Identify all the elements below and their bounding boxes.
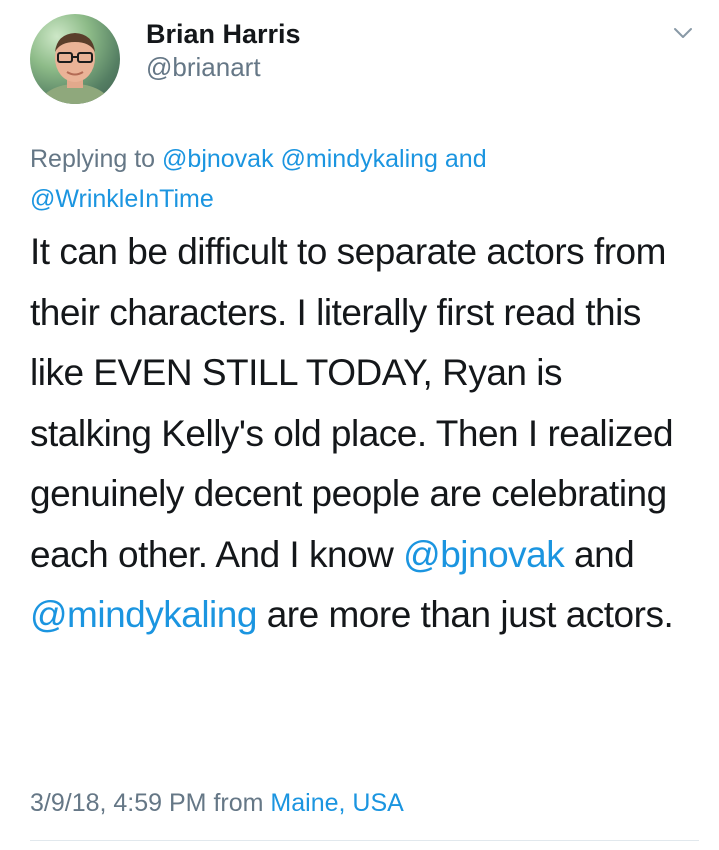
tweet-text: It can be difficult to separate actors f… <box>30 222 690 646</box>
replying-to-and[interactable]: and <box>445 145 487 173</box>
from-label: from <box>213 789 264 817</box>
tweet-meta: 3/9/18, 4:59 PM from Maine, USA <box>30 783 404 823</box>
mention-link[interactable]: @mindykaling <box>281 145 438 173</box>
divider <box>30 840 699 841</box>
mention-link[interactable]: @WrinkleInTime <box>30 185 214 213</box>
timestamp[interactable]: 3/9/18, 4:59 PM <box>30 789 207 817</box>
tweet-text-part: and <box>564 533 645 575</box>
tweet-text-part: are more than just actors. <box>256 594 674 635</box>
user-handle[interactable]: @brianart <box>146 50 301 84</box>
replying-to: Replying to @bjnovak @mindykaling and @W… <box>30 139 670 219</box>
mention-link[interactable]: @bjnovak <box>162 145 274 173</box>
location-link[interactable]: Maine, USA <box>270 789 403 817</box>
mention-link[interactable]: @bjnovak <box>403 534 565 575</box>
mention-link[interactable]: @mindykaling <box>30 594 257 635</box>
avatar[interactable] <box>30 14 120 104</box>
profile-photo-icon <box>38 33 112 104</box>
tweet-text-part: It can be difficult to separate actors f… <box>30 231 683 575</box>
replying-to-label: Replying to <box>30 145 156 173</box>
tweet-header: Brian Harris @brianart <box>30 14 700 104</box>
chevron-down-icon[interactable] <box>672 22 694 44</box>
display-name[interactable]: Brian Harris <box>146 18 301 50</box>
